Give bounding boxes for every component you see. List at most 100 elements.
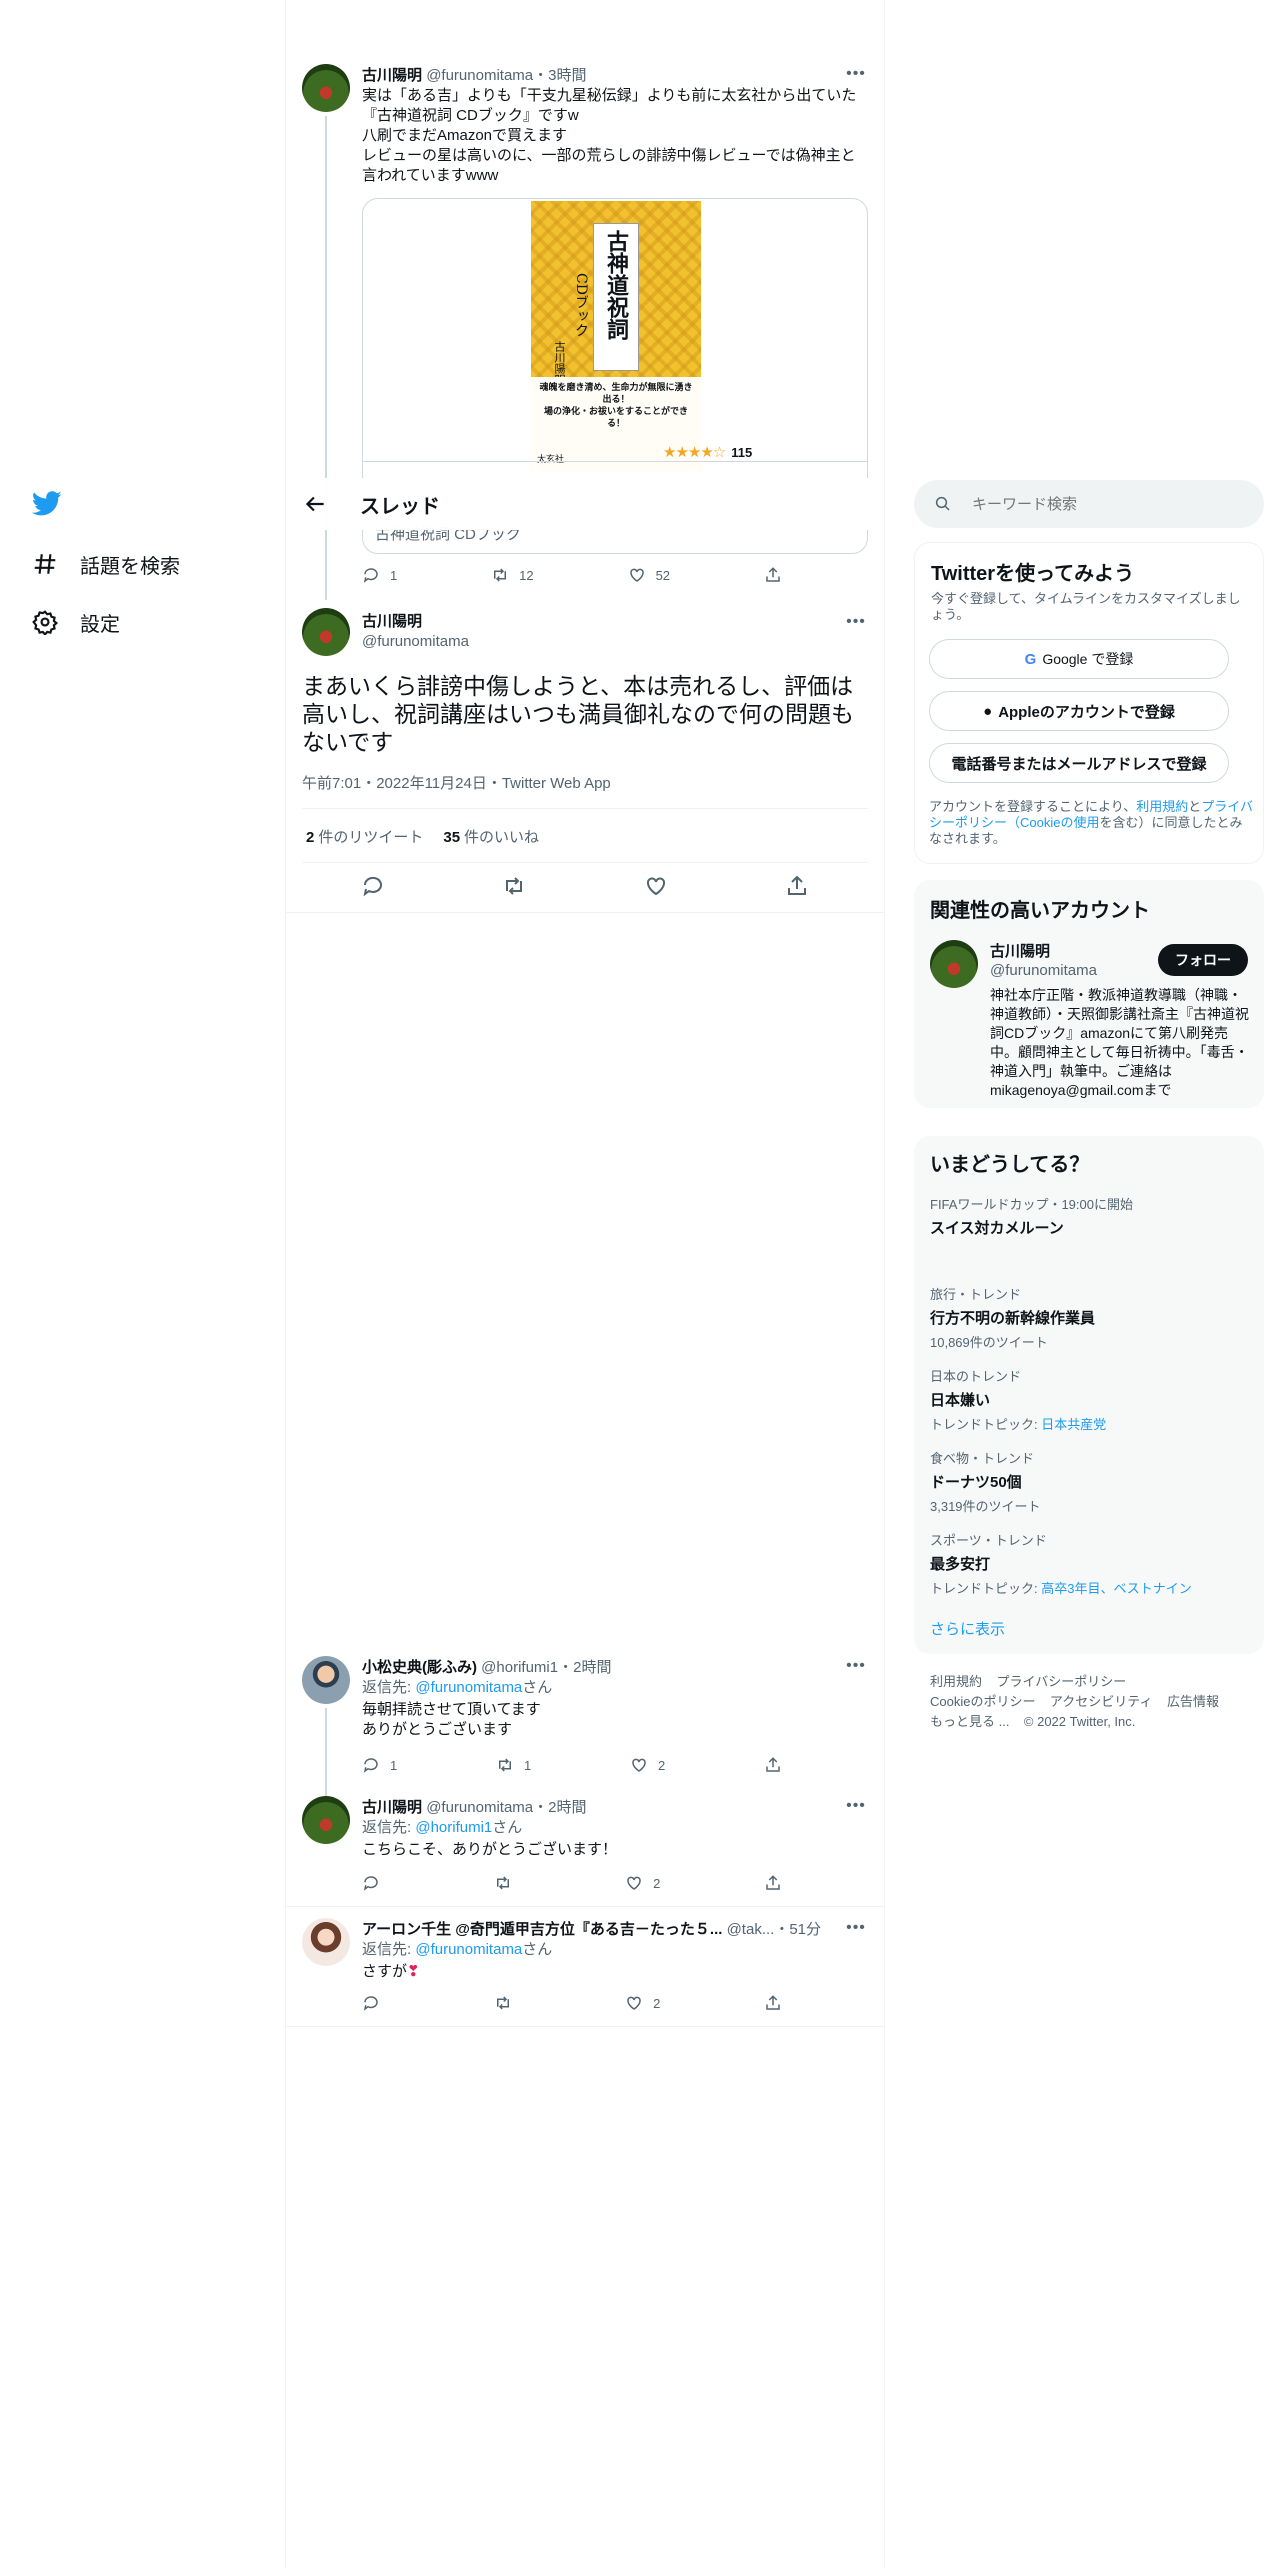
- share-button[interactable]: [764, 566, 792, 584]
- trend-item[interactable]: FIFAワールドカップ・19:00に開始 スイス対カメルーン: [930, 1194, 1133, 1238]
- like-stat[interactable]: 35 件のいいね: [443, 826, 539, 847]
- more-icon[interactable]: •••: [846, 1796, 866, 1816]
- like-button[interactable]: 2: [625, 1874, 660, 1892]
- show-more-link[interactable]: さらに表示: [930, 1618, 1005, 1639]
- like-button[interactable]: 2: [630, 1756, 665, 1774]
- avatar[interactable]: [302, 1796, 350, 1844]
- share-button[interactable]: [764, 1874, 792, 1892]
- google-signup-button[interactable]: G Google で登録: [929, 639, 1229, 679]
- back-arrow-icon[interactable]: [302, 491, 328, 517]
- footer-cookie-link[interactable]: Cookieのポリシー: [930, 1694, 1035, 1709]
- mention-link[interactable]: @furunomitama: [415, 1941, 522, 1958]
- heart-icon: [627, 1876, 641, 1890]
- thread-line: [325, 1708, 327, 1800]
- mention-link[interactable]: @furunomitama: [415, 1679, 522, 1696]
- author-handle: @furunomitama: [362, 633, 469, 650]
- author-name[interactable]: 小松史典(彫ふみ): [362, 1659, 477, 1676]
- author-name[interactable]: 古川陽明: [362, 1799, 422, 1816]
- share-button[interactable]: [764, 1756, 792, 1774]
- heart-icon[interactable]: [644, 874, 668, 898]
- hashtag-icon: [34, 554, 56, 574]
- author-handle[interactable]: @tak...: [727, 1921, 775, 1938]
- trend-item[interactable]: 食べ物・トレンド ドーナツ50個 3,319件のツイート: [930, 1448, 1041, 1515]
- reply-button[interactable]: 1: [362, 1756, 397, 1774]
- reply-button[interactable]: [362, 1994, 390, 2012]
- tweet-text: こちらこそ、ありがとうございます！: [362, 1841, 618, 1858]
- mention-link[interactable]: @horifumi1: [415, 1819, 492, 1836]
- search-box[interactable]: [914, 480, 1264, 528]
- avatar[interactable]: [302, 1918, 350, 1966]
- divider: [302, 862, 868, 863]
- main-tweet-author[interactable]: 古川陽明 @furunomitama: [362, 612, 469, 652]
- nav-settings[interactable]: 設定: [32, 598, 120, 646]
- footer-ads-link[interactable]: 広告情報: [1167, 1694, 1219, 1709]
- share-button[interactable]: [764, 1994, 792, 2012]
- author-name[interactable]: 古川陽明: [362, 67, 422, 84]
- trend-topic-link[interactable]: 日本共産党: [1041, 1417, 1106, 1432]
- tweet-time[interactable]: 2時間: [573, 1659, 611, 1676]
- reply-button[interactable]: [362, 1874, 390, 1892]
- apple-signup-button[interactable]: ● Appleのアカウントで登録: [929, 691, 1229, 731]
- retweet-button[interactable]: 12: [491, 566, 534, 584]
- author-handle[interactable]: @horifumi1: [481, 1659, 558, 1676]
- terms-link[interactable]: 利用規約: [1136, 799, 1188, 814]
- search-input[interactable]: [972, 495, 1252, 513]
- like-button[interactable]: 2: [625, 1994, 660, 2012]
- trend-item[interactable]: 日本のトレンド 日本嫌い トレンドトピック: 日本共産党: [930, 1366, 1106, 1433]
- share-icon[interactable]: [785, 874, 809, 898]
- more-icon[interactable]: •••: [846, 64, 866, 84]
- reply-icon: [363, 1758, 378, 1773]
- author-name[interactable]: アーロン千生 @奇門遁甲吉方位『ある吉－たった５...: [362, 1921, 722, 1938]
- divider: [302, 808, 868, 809]
- footer-terms-link[interactable]: 利用規約: [930, 1674, 982, 1689]
- retweet-button[interactable]: [494, 1874, 522, 1892]
- signup-title: Twitterを使ってみよう: [931, 563, 1135, 585]
- reply-icon: [363, 1876, 378, 1891]
- footer-privacy-link[interactable]: プライバシーポリシー: [996, 1674, 1126, 1689]
- trend-item[interactable]: スポーツ・トレンド 最多安打 トレンドトピック: 高卒3年目、ベストナイン: [930, 1530, 1192, 1597]
- nav-explore[interactable]: 話題を検索: [32, 540, 180, 588]
- tweet-meta[interactable]: 午前7:01・2022年11月24日・Twitter Web App: [302, 772, 611, 793]
- retweet-button[interactable]: 1: [496, 1756, 531, 1774]
- footer-accessibility-link[interactable]: アクセシビリティ: [1050, 1694, 1153, 1709]
- tweet-time[interactable]: 3時間: [548, 67, 586, 84]
- page-title: スレッド: [360, 495, 440, 518]
- heart-icon: [629, 568, 644, 582]
- phone-signup-button[interactable]: 電話番号またはメールアドレスで登録: [929, 743, 1229, 783]
- footer-more-link[interactable]: もっと見る ...: [930, 1714, 1009, 1729]
- tweet-actions: 2: [362, 1994, 792, 2012]
- main-actions: [302, 874, 868, 900]
- related-name[interactable]: 古川陽明: [990, 940, 1050, 961]
- more-icon[interactable]: •••: [846, 1918, 866, 1938]
- trend-item[interactable]: 旅行・トレンド 行方不明の新幹線作業員 10,869件のツイート: [930, 1284, 1095, 1351]
- related-handle[interactable]: @furunomitama: [990, 962, 1097, 979]
- follow-button[interactable]: フォロー: [1158, 944, 1248, 976]
- trend-topic-link[interactable]: 高卒3年目、ベストナイン: [1041, 1581, 1192, 1596]
- rating: ★★★★☆ 115: [663, 444, 753, 461]
- tweet-time[interactable]: 2時間: [548, 1799, 586, 1816]
- trends-title: いまどうしてる？: [930, 1154, 1090, 1176]
- more-icon[interactable]: •••: [846, 1656, 866, 1676]
- more-icon[interactable]: •••: [846, 612, 866, 632]
- nav-settings-label: 設定: [80, 613, 120, 636]
- divider: [286, 2026, 884, 2027]
- avatar[interactable]: [930, 940, 978, 988]
- reply-button[interactable]: 1: [362, 566, 397, 584]
- share-icon: [766, 1757, 780, 1772]
- heart-icon: [632, 1758, 646, 1772]
- reply-icon[interactable]: [361, 874, 385, 898]
- like-button[interactable]: 52: [628, 566, 670, 584]
- avatar[interactable]: [302, 64, 350, 112]
- retweet-icon[interactable]: [502, 874, 526, 898]
- related-bio: 神社本庁正階・教派神道教導職（神職・神道教師）・天照御影講社斎主『古神道祝詞CD…: [990, 987, 1249, 1098]
- cookie-link[interactable]: （Cookieの使用: [1007, 815, 1099, 830]
- avatar[interactable]: [302, 1656, 350, 1704]
- author-handle[interactable]: @furunomitama: [426, 1799, 533, 1816]
- twitter-logo-icon[interactable]: [31, 488, 62, 518]
- retweet-stat[interactable]: 2 件のリツイート: [306, 826, 423, 847]
- retweet-button[interactable]: [494, 1994, 522, 2012]
- author-handle[interactable]: @furunomitama: [426, 67, 533, 84]
- avatar[interactable]: [302, 608, 350, 656]
- retweet-icon: [499, 1758, 511, 1772]
- tweet-time[interactable]: 51分: [789, 1921, 821, 1938]
